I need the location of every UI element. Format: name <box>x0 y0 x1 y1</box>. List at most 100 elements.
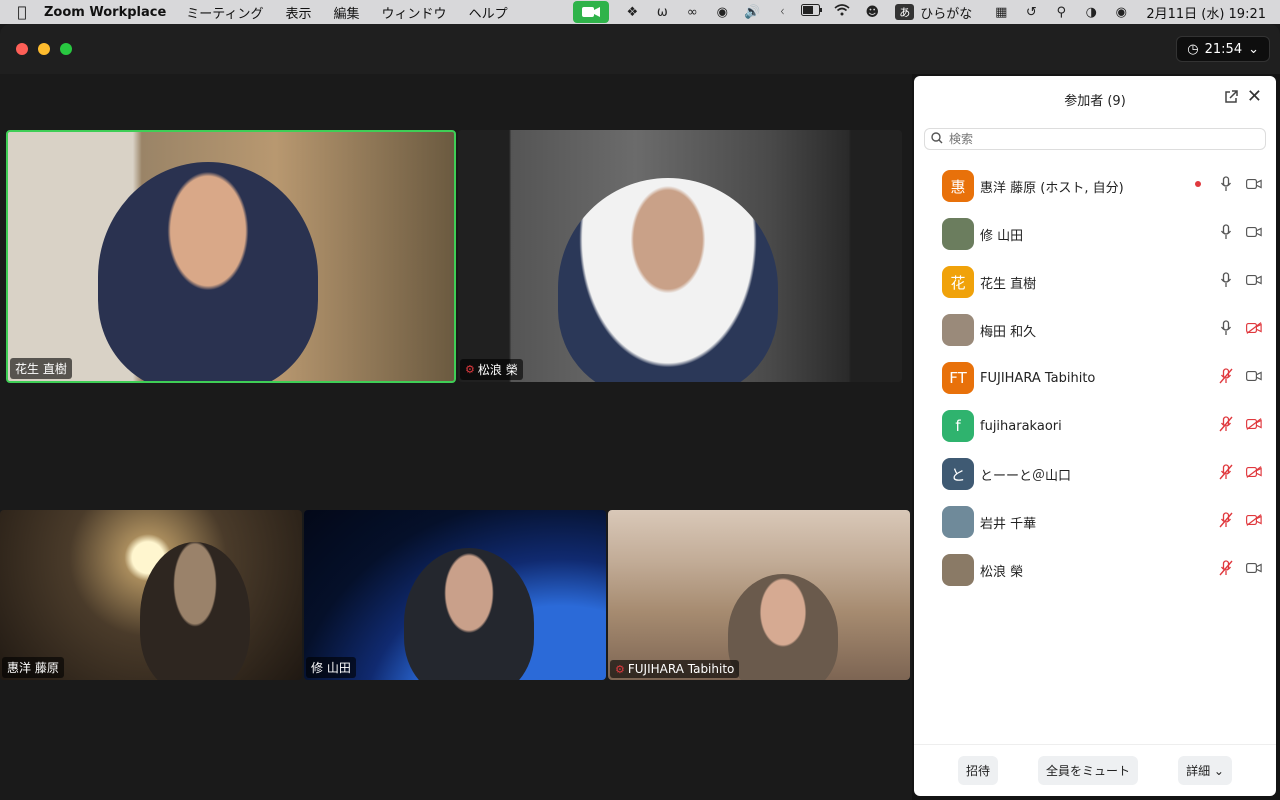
panel-title: 参加者 (9) <box>1064 93 1126 109</box>
video-off-icon[interactable] <box>1246 416 1262 432</box>
mic-icon[interactable] <box>1218 320 1234 336</box>
mic-icon[interactable] <box>1218 176 1234 192</box>
participant-row[interactable]: f fujiharakaori <box>914 402 1276 450</box>
participant-status-icons <box>1218 512 1262 528</box>
tile-name: 松浪 榮 <box>477 363 518 377</box>
pop-out-icon[interactable] <box>1224 90 1238 108</box>
mic-muted-icon[interactable] <box>1218 464 1234 480</box>
participant-name: 修 山田 <box>980 228 1024 244</box>
video-icon[interactable] <box>1246 368 1262 384</box>
video-icon[interactable] <box>1246 224 1262 240</box>
video-gallery: 花生 直樹 ⚙ 松浪 榮 惠洋 藤原 修 山田 ⚙ FUJIHARA Tabih… <box>0 74 912 800</box>
video-tile[interactable]: 花生 直樹 <box>6 130 456 383</box>
video-off-icon[interactable] <box>1246 464 1262 480</box>
clock-icon: ◷ <box>1187 41 1199 57</box>
close-window-button[interactable] <box>16 43 28 55</box>
keyboard-icon[interactable]: ▦ <box>986 5 1016 20</box>
control-center-icon[interactable]: ◑ <box>1076 5 1106 20</box>
participant-status-icons <box>1218 560 1262 576</box>
tile-name-tag: ⚙ 松浪 榮 <box>460 359 523 380</box>
volume-icon[interactable]: 🔊 <box>737 5 767 20</box>
menu-help[interactable]: ヘルプ <box>469 3 508 22</box>
participant-video <box>404 548 534 680</box>
video-icon[interactable] <box>1246 176 1262 192</box>
participant-row[interactable]: 松浪 榮 <box>914 546 1276 594</box>
siri-icon[interactable]: ◉ <box>1106 5 1136 20</box>
chevron-down-icon: ⌄ <box>1248 41 1259 57</box>
participant-row[interactable]: 花花生 直樹 <box>914 258 1276 306</box>
panel-header: 参加者 (9) ✕ <box>914 76 1276 122</box>
participant-status-icons <box>1218 416 1262 432</box>
fullscreen-window-button[interactable] <box>60 43 72 55</box>
mic-icon[interactable] <box>1218 272 1234 288</box>
video-icon[interactable] <box>1246 560 1262 576</box>
meeting-timer[interactable]: ◷ 21:54 ⌄ <box>1176 36 1270 62</box>
dropbox-icon[interactable]: ❖ <box>617 5 647 20</box>
mic-muted-icon[interactable] <box>1218 560 1234 576</box>
search-input[interactable] <box>949 132 1249 146</box>
avatar: 花 <box>942 266 974 298</box>
avatar <box>942 554 974 586</box>
participant-name: 惠洋 藤原 (ホスト, 自分) <box>980 180 1124 196</box>
mic-muted-icon[interactable] <box>1218 416 1234 432</box>
participant-status-icons <box>1218 272 1262 288</box>
creative-cloud-icon[interactable]: ∞ <box>677 5 707 20</box>
mic-icon[interactable] <box>1218 224 1234 240</box>
status-app-icon[interactable]: ◉ <box>707 5 737 20</box>
more-button[interactable]: 詳細 ⌄ <box>1178 756 1232 785</box>
participant-name: FUJIHARA Tabihito <box>980 370 1096 386</box>
tile-name-tag: 修 山田 <box>306 657 356 678</box>
menu-meeting[interactable]: ミーティング <box>186 3 263 22</box>
battery-icon[interactable] <box>797 4 827 20</box>
user-account-icon[interactable]: ☻ <box>857 5 887 20</box>
participant-row[interactable]: 梅田 和久 <box>914 306 1276 354</box>
avatar <box>942 506 974 538</box>
invite-button[interactable]: 招待 <box>958 756 999 785</box>
video-off-icon[interactable] <box>1246 320 1262 336</box>
wifi-icon[interactable] <box>827 4 857 20</box>
participant-row[interactable]: FT FUJIHARA Tabihito <box>914 354 1276 402</box>
menu-clock[interactable]: 2月11日 (水) 19:21 <box>1146 3 1266 22</box>
input-method-icon[interactable]: あ <box>895 4 915 20</box>
tile-name: FUJIHARA Tabihito <box>627 662 735 676</box>
video-tile[interactable]: ⚙ 松浪 榮 <box>458 130 902 382</box>
tile-name-tag: 花生 直樹 <box>10 358 72 379</box>
mic-muted-icon: ⚙ <box>465 363 475 376</box>
app-name-menu[interactable]: Zoom Workplace <box>44 5 166 20</box>
spotlight-search-icon[interactable]: ⚲ <box>1046 5 1076 20</box>
tile-name: 惠洋 藤原 <box>7 661 59 675</box>
w-app-icon[interactable]: ω <box>647 5 677 20</box>
input-method-label[interactable]: ひらがな <box>920 3 972 22</box>
participant-name: 梅田 和久 <box>980 324 1037 340</box>
participant-row[interactable]: 岩井 千華 <box>914 498 1276 546</box>
participant-video <box>140 542 250 680</box>
avatar <box>942 218 974 250</box>
mic-muted-icon[interactable] <box>1218 512 1234 528</box>
mic-muted-icon[interactable] <box>1218 368 1234 384</box>
participant-name: 花生 直樹 <box>980 276 1037 292</box>
bluetooth-icon[interactable]: ᚲ <box>767 5 797 20</box>
mute-all-button[interactable]: 全員をミュート <box>1038 756 1139 785</box>
menu-edit[interactable]: 編集 <box>334 3 360 22</box>
video-off-icon[interactable] <box>1246 512 1262 528</box>
avatar <box>942 314 974 346</box>
video-icon[interactable] <box>1246 272 1262 288</box>
participant-video <box>98 162 318 381</box>
video-tile[interactable]: ⚙ FUJIHARA Tabihito <box>608 510 910 680</box>
minimize-window-button[interactable] <box>38 43 50 55</box>
time-machine-icon[interactable]: ↺ <box>1016 5 1046 20</box>
apple-icon[interactable]:  <box>0 3 44 21</box>
video-tile[interactable]: 修 山田 <box>304 510 606 680</box>
participant-row[interactable]: 修 山田 <box>914 210 1276 258</box>
video-tile[interactable]: 惠洋 藤原 <box>0 510 302 680</box>
participant-status-icons <box>1218 464 1262 480</box>
participant-row[interactable]: ととーーと＠山口 <box>914 450 1276 498</box>
tile-name-tag: ⚙ FUJIHARA Tabihito <box>610 660 740 678</box>
participant-row[interactable]: 惠惠洋 藤原 (ホスト, 自分) <box>914 162 1276 210</box>
menu-view[interactable]: 表示 <box>286 3 312 22</box>
participant-name: とーーと＠山口 <box>980 468 1072 484</box>
zoom-camera-icon[interactable] <box>573 1 610 23</box>
participant-search[interactable] <box>924 128 1266 150</box>
menu-window[interactable]: ウィンドウ <box>382 3 447 22</box>
close-icon[interactable]: ✕ <box>1247 86 1262 107</box>
